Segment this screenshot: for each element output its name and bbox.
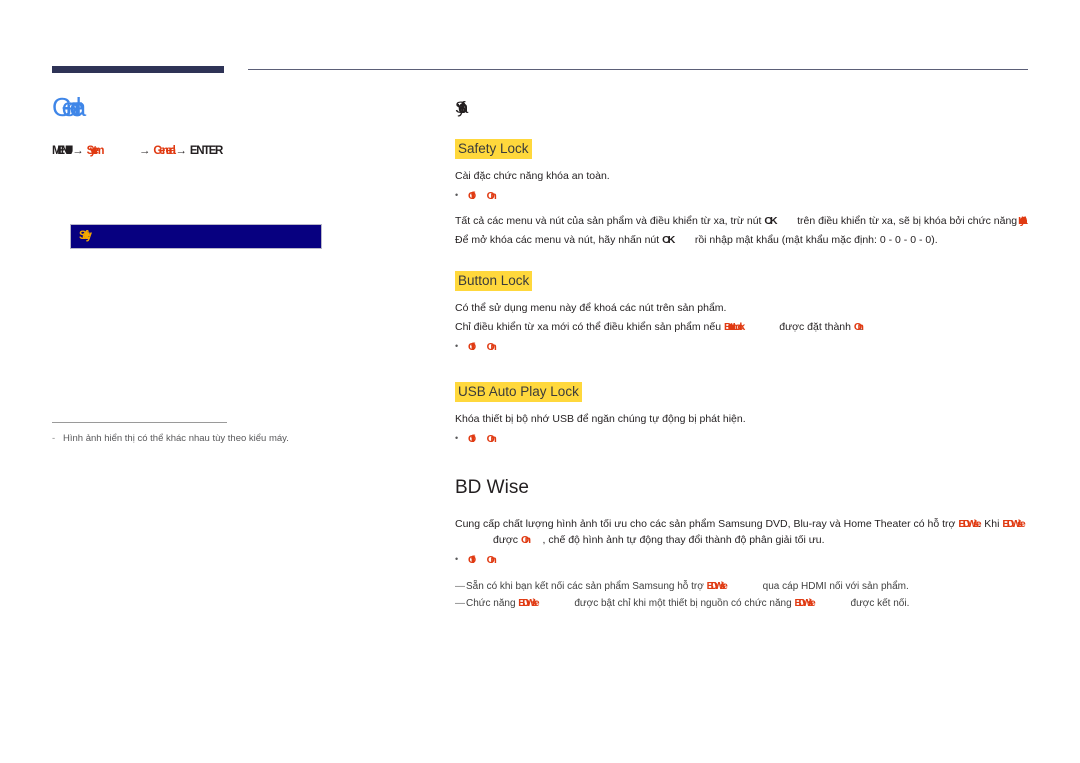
ok-button-glyph: OK (764, 215, 777, 227)
option-off: Off (468, 341, 473, 353)
section-heading-bd-wise: BD Wise (455, 477, 529, 498)
bullet-dot-icon: • (455, 341, 459, 351)
bd-wise-footnotes: —Sẵn có khi bạn kết nối các sản phẩm Sam… (455, 578, 1030, 612)
menu-path-breadcrumb: MENUIII→System→General→ENTER (52, 144, 392, 158)
bd-wise-footnote-1: —Sẵn có khi bạn kết nối các sản phẩm Sam… (455, 578, 1030, 595)
menu-path-arrow-3: → (175, 145, 187, 157)
header-accent-bar (52, 66, 224, 73)
spacer-after-safety-lock (455, 253, 1030, 271)
option-on: On (486, 433, 497, 445)
menu-path-arrow-1: → (72, 145, 84, 157)
left-note-divider (52, 422, 227, 423)
footnote-2-part-b: được bật chỉ khi một thiết bị nguồn có c… (574, 598, 792, 609)
header-thin-rule (248, 69, 1028, 70)
subsection-heading-safety-lock: Safety Lock (455, 139, 532, 159)
subsection-heading-usb-auto-play-lock: USB Auto Play Lock (455, 382, 582, 402)
usb-auto-play-lock-description: Khóa thiết bị bộ nhớ USB để ngăn chúng t… (455, 413, 746, 425)
section-heading-safety: Safety (455, 98, 466, 117)
safety-lock-options: • Off On (455, 187, 1030, 204)
token-bd-wise-f2a: BD Wise (518, 598, 539, 609)
bd-wise-p-part-a: Cung cấp chất lượng hình ảnh tối ưu cho … (455, 518, 956, 530)
menu-path-step-general: General (153, 145, 175, 157)
safety-lock-p2-part-a: Để mở khóa các menu và nút, hãy nhấn nút (455, 234, 660, 246)
token-bd-wise-1: BD Wise (958, 518, 981, 530)
option-on: On (486, 341, 497, 353)
page-header-rule (0, 62, 1080, 76)
safety-lock-p1-part-a: Tất cả các menu và nút của sản phẩm và đ… (455, 215, 762, 227)
safety-lock-p2-part-b: rồi nhập mật khẩu (mật khẩu mặc định: 0 … (694, 234, 938, 246)
left-footnote: - Hình ảnh hiển thị có thể khác nhau tùy … (52, 432, 392, 445)
bd-wise-paragraph: Cung cấp chất lượng hình ảnh tối ưu cho … (455, 516, 1030, 548)
bd-wise-options: • Off On (455, 551, 1030, 568)
page-title: General (52, 92, 82, 122)
right-column: Safety Safety Lock Cài đặc chức năng khó… (455, 98, 1030, 612)
token-on-bd-wise: On (520, 534, 531, 546)
button-lock-p-part-a: Chỉ điều khiển từ xa mới có thể điều khi… (455, 321, 722, 333)
bullet-dot-icon: • (455, 190, 459, 200)
menu-path-enter: ENTER (189, 145, 223, 157)
token-safety-lock: Safety Lock (1020, 215, 1027, 227)
usb-auto-play-lock-options: • Off On (455, 430, 1030, 447)
bd-wise-footnote-2: —Chức năng BD Wise được bật chỉ khi một t… (455, 595, 1030, 612)
subsection-heading-button-lock: Button Lock (455, 271, 533, 291)
option-on: On (486, 554, 497, 566)
menu-path-arrow-2: → (138, 145, 151, 157)
safety-lock-description: Cài đặc chức năng khóa an toàn. (455, 170, 610, 182)
footnote-2-part-a: Chức năng (466, 598, 516, 609)
option-off: Off (468, 554, 473, 566)
footnote-1-part-a: Sẵn có khi bạn kết nối các sản phẩm Sams… (466, 581, 704, 592)
menu-item-safety[interactable]: Safety (79, 230, 92, 242)
footnote-2-part-c: được kết nối. (850, 598, 910, 609)
token-bd-wise-2: BD Wise (1002, 518, 1025, 530)
button-lock-options: • Off On (455, 338, 1030, 355)
button-lock-paragraph: Chỉ điều khiển từ xa mới có thể điều khi… (455, 319, 1030, 335)
token-bd-wise-f1: BD Wise (706, 581, 728, 592)
bd-wise-p-part-b: . Khi (978, 518, 1000, 530)
menu-path-menu-label: MENU (52, 145, 73, 157)
bd-wise-p-part-d: , chế độ hình ảnh tự động thay đổi thành… (542, 534, 825, 546)
bullet-dot-icon: • (455, 433, 459, 443)
footnote-dash-icon: — (455, 581, 465, 592)
button-lock-p-part-b: được đặt thành (779, 321, 851, 333)
left-footnote-text: Hình ảnh hiển thị có thể khác nhau tùy t… (63, 433, 289, 444)
option-off: Off (468, 190, 473, 202)
option-off: Off (468, 433, 473, 445)
button-lock-p-end: . (859, 321, 863, 333)
safety-lock-p1-part-b: trên điều khiển từ xa, sẽ bị khóa bởi ch… (797, 215, 1018, 227)
safety-lock-paragraph-2: Để mở khóa các menu và nút, hãy nhấn nút… (455, 232, 1030, 248)
ok-button-glyph-2: OK (662, 234, 675, 246)
button-lock-description: Có thể sử dụng menu này để khoá các nút … (455, 302, 727, 314)
footnote-dash-icon: — (455, 598, 465, 609)
menu-path-step-system: System (86, 145, 105, 157)
safety-lock-paragraph-1: Tất cả các menu và nút của sản phẩm và đ… (455, 213, 1030, 229)
option-on: On (486, 190, 497, 202)
spacer-after-button-lock (455, 364, 1030, 382)
bd-wise-p-part-c: được (493, 534, 519, 546)
bullet-dot-icon: • (455, 554, 459, 564)
footnote-1-part-b: qua cáp HDMI nối với sản phẩm. (762, 581, 909, 592)
onscreen-menu-panel[interactable]: Safety (70, 224, 322, 249)
left-column: General MENUIII→System→General→ENTER Saf… (52, 92, 392, 444)
token-button-lock: Button Lock (724, 321, 745, 333)
token-bd-wise-f2b: BD Wise (794, 598, 815, 609)
left-footnote-dash: - (52, 433, 56, 444)
